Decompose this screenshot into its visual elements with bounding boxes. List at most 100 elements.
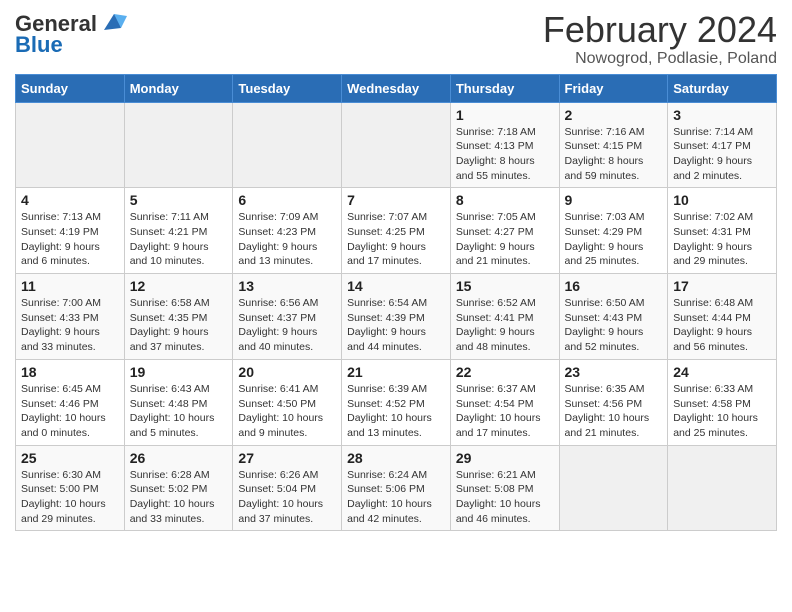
col-wednesday: Wednesday: [342, 74, 451, 102]
calendar-cell: 27Sunrise: 6:26 AM Sunset: 5:04 PM Dayli…: [233, 445, 342, 531]
calendar-cell: 2 Sunrise: 7:16 AM Sunset: 4:15 PM Daylig…: [559, 102, 668, 188]
header: General Blue February 2024 Nowogrod, Pod…: [15, 10, 777, 68]
day-number: 17: [673, 278, 771, 294]
day-number: 4: [21, 192, 119, 208]
month-year-title: February 2024: [543, 10, 777, 50]
day-number: 14: [347, 278, 445, 294]
logo: General Blue: [15, 10, 129, 58]
calendar-cell: 16 Sunrise: 6:50 AM Sunset: 4:43 PM Dayli…: [559, 274, 668, 360]
day-info: Sunrise: 6:21 AM Sunset: 5:08 PM Dayligh…: [456, 468, 554, 527]
calendar-cell: 10 Sunrise: 7:02 AM Sunset: 4:31 PM Dayli…: [668, 188, 777, 274]
day-info: Sunrise: 7:03 AM Sunset: 4:29 PM Dayligh…: [565, 210, 663, 269]
day-number: 10: [673, 192, 771, 208]
calendar-cell: 11 Sunrise: 7:00 AM Sunset: 4:33 PM Dayli…: [16, 274, 125, 360]
day-number: 5: [130, 192, 228, 208]
day-info: Sunrise: 6:56 AM Sunset: 4:37 PM Dayligh…: [238, 296, 336, 355]
day-number: 18: [21, 364, 119, 380]
day-number: 15: [456, 278, 554, 294]
calendar-week-3: 11 Sunrise: 7:00 AM Sunset: 4:33 PM Dayli…: [16, 274, 777, 360]
day-info: Sunrise: 7:11 AM Sunset: 4:21 PM Dayligh…: [130, 210, 228, 269]
calendar-cell: 1 Sunrise: 7:18 AM Sunset: 4:13 PM Daylig…: [450, 102, 559, 188]
day-info: Sunrise: 7:05 AM Sunset: 4:27 PM Dayligh…: [456, 210, 554, 269]
day-number: 26: [130, 450, 228, 466]
calendar-cell: 25Sunrise: 6:30 AM Sunset: 5:00 PM Dayli…: [16, 445, 125, 531]
day-info: Sunrise: 6:41 AM Sunset: 4:50 PM Dayligh…: [238, 382, 336, 441]
calendar-cell: 5 Sunrise: 7:11 AM Sunset: 4:21 PM Daylig…: [124, 188, 233, 274]
day-number: 28: [347, 450, 445, 466]
calendar-cell: 12 Sunrise: 6:58 AM Sunset: 4:35 PM Dayli…: [124, 274, 233, 360]
calendar-cell: 13 Sunrise: 6:56 AM Sunset: 4:37 PM Dayli…: [233, 274, 342, 360]
calendar-cell: 4 Sunrise: 7:13 AM Sunset: 4:19 PM Daylig…: [16, 188, 125, 274]
day-info: Sunrise: 6:52 AM Sunset: 4:41 PM Dayligh…: [456, 296, 554, 355]
col-thursday: Thursday: [450, 74, 559, 102]
calendar-week-5: 25Sunrise: 6:30 AM Sunset: 5:00 PM Dayli…: [16, 445, 777, 531]
day-number: 21: [347, 364, 445, 380]
day-number: 29: [456, 450, 554, 466]
day-info: Sunrise: 7:00 AM Sunset: 4:33 PM Dayligh…: [21, 296, 119, 355]
day-info: Sunrise: 7:14 AM Sunset: 4:17 PM Dayligh…: [673, 125, 771, 184]
day-number: 3: [673, 107, 771, 123]
day-info: Sunrise: 7:02 AM Sunset: 4:31 PM Dayligh…: [673, 210, 771, 269]
calendar-table: Sunday Monday Tuesday Wednesday Thursday…: [15, 74, 777, 532]
calendar-cell: 29 Sunrise: 6:21 AM Sunset: 5:08 PM Dayli…: [450, 445, 559, 531]
calendar-cell: [342, 102, 451, 188]
calendar-cell: 19 Sunrise: 6:43 AM Sunset: 4:48 PM Dayli…: [124, 359, 233, 445]
day-info: Sunrise: 7:09 AM Sunset: 4:23 PM Dayligh…: [238, 210, 336, 269]
page: General Blue February 2024 Nowogrod, Pod…: [0, 0, 792, 546]
title-block: February 2024 Nowogrod, Podlasie, Poland: [543, 10, 777, 68]
calendar-cell: 9Sunrise: 7:03 AM Sunset: 4:29 PM Daylig…: [559, 188, 668, 274]
day-number: 20: [238, 364, 336, 380]
day-info: Sunrise: 6:37 AM Sunset: 4:54 PM Dayligh…: [456, 382, 554, 441]
day-info: Sunrise: 7:13 AM Sunset: 4:19 PM Dayligh…: [21, 210, 119, 269]
day-number: 8: [456, 192, 554, 208]
day-info: Sunrise: 6:43 AM Sunset: 4:48 PM Dayligh…: [130, 382, 228, 441]
col-tuesday: Tuesday: [233, 74, 342, 102]
day-number: 22: [456, 364, 554, 380]
day-number: 2: [565, 107, 663, 123]
location-subtitle: Nowogrod, Podlasie, Poland: [543, 50, 777, 68]
day-info: Sunrise: 6:24 AM Sunset: 5:06 PM Dayligh…: [347, 468, 445, 527]
calendar-cell: 23Sunrise: 6:35 AM Sunset: 4:56 PM Dayli…: [559, 359, 668, 445]
calendar-cell: 3 Sunrise: 7:14 AM Sunset: 4:17 PM Daylig…: [668, 102, 777, 188]
day-info: Sunrise: 6:50 AM Sunset: 4:43 PM Dayligh…: [565, 296, 663, 355]
day-number: 11: [21, 278, 119, 294]
day-info: Sunrise: 6:28 AM Sunset: 5:02 PM Dayligh…: [130, 468, 228, 527]
calendar-cell: 26 Sunrise: 6:28 AM Sunset: 5:02 PM Dayli…: [124, 445, 233, 531]
day-info: Sunrise: 6:30 AM Sunset: 5:00 PM Dayligh…: [21, 468, 119, 527]
day-number: 24: [673, 364, 771, 380]
calendar-cell: 18 Sunrise: 6:45 AM Sunset: 4:46 PM Dayli…: [16, 359, 125, 445]
calendar-cell: 7Sunrise: 7:07 AM Sunset: 4:25 PM Daylig…: [342, 188, 451, 274]
day-number: 13: [238, 278, 336, 294]
day-number: 19: [130, 364, 228, 380]
day-info: Sunrise: 6:58 AM Sunset: 4:35 PM Dayligh…: [130, 296, 228, 355]
calendar-week-1: 1 Sunrise: 7:18 AM Sunset: 4:13 PM Daylig…: [16, 102, 777, 188]
calendar-cell: [124, 102, 233, 188]
day-info: Sunrise: 6:39 AM Sunset: 4:52 PM Dayligh…: [347, 382, 445, 441]
day-info: Sunrise: 6:33 AM Sunset: 4:58 PM Dayligh…: [673, 382, 771, 441]
day-number: 7: [347, 192, 445, 208]
col-friday: Friday: [559, 74, 668, 102]
calendar-week-4: 18 Sunrise: 6:45 AM Sunset: 4:46 PM Dayli…: [16, 359, 777, 445]
calendar-week-2: 4 Sunrise: 7:13 AM Sunset: 4:19 PM Daylig…: [16, 188, 777, 274]
calendar-cell: 17Sunrise: 6:48 AM Sunset: 4:44 PM Dayli…: [668, 274, 777, 360]
col-monday: Monday: [124, 74, 233, 102]
day-info: Sunrise: 7:18 AM Sunset: 4:13 PM Dayligh…: [456, 125, 554, 184]
logo-blue: Blue: [15, 32, 63, 58]
col-saturday: Saturday: [668, 74, 777, 102]
day-info: Sunrise: 7:16 AM Sunset: 4:15 PM Dayligh…: [565, 125, 663, 184]
day-number: 12: [130, 278, 228, 294]
calendar-cell: 20 Sunrise: 6:41 AM Sunset: 4:50 PM Dayli…: [233, 359, 342, 445]
day-info: Sunrise: 6:26 AM Sunset: 5:04 PM Dayligh…: [238, 468, 336, 527]
day-number: 16: [565, 278, 663, 294]
calendar-cell: 28 Sunrise: 6:24 AM Sunset: 5:06 PM Dayli…: [342, 445, 451, 531]
day-number: 1: [456, 107, 554, 123]
calendar-cell: 15 Sunrise: 6:52 AM Sunset: 4:41 PM Dayli…: [450, 274, 559, 360]
calendar-cell: 6Sunrise: 7:09 AM Sunset: 4:23 PM Daylig…: [233, 188, 342, 274]
calendar-cell: [559, 445, 668, 531]
col-sunday: Sunday: [16, 74, 125, 102]
calendar-cell: 22 Sunrise: 6:37 AM Sunset: 4:54 PM Dayli…: [450, 359, 559, 445]
day-number: 23: [565, 364, 663, 380]
calendar-cell: [16, 102, 125, 188]
day-info: Sunrise: 6:45 AM Sunset: 4:46 PM Dayligh…: [21, 382, 119, 441]
calendar-cell: [668, 445, 777, 531]
